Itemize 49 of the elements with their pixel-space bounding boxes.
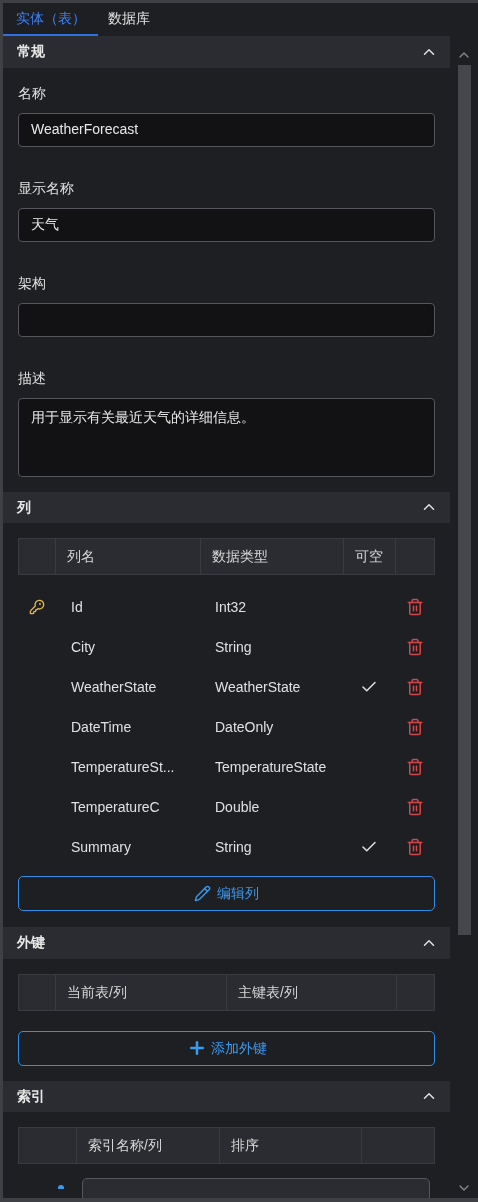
delete-icon[interactable] xyxy=(406,838,424,857)
section-title: 索引 xyxy=(17,1086,45,1106)
scrollbar-thumb[interactable] xyxy=(457,65,471,935)
delete-icon[interactable] xyxy=(406,758,424,777)
edit-columns-button[interactable]: 编辑列 xyxy=(18,876,435,912)
table-cell-text: Summary xyxy=(70,837,132,857)
table-cell-text: DateOnly xyxy=(214,717,275,737)
section-title: 外键 xyxy=(17,933,45,953)
header-cell: 主键表/列 xyxy=(227,974,397,1010)
section-header[interactable]: 外键 xyxy=(3,927,450,959)
table-cell-text: TemperatureSt... xyxy=(70,757,176,777)
header-cell: 列名 xyxy=(56,539,201,575)
table-cell-text: City xyxy=(70,637,97,657)
input-field[interactable]: WeatherForecast xyxy=(18,112,435,147)
table-cell-text: WeatherState xyxy=(70,677,158,697)
table-cell-text: TemperatureState xyxy=(214,757,328,777)
input-field[interactable]: 天气 xyxy=(18,207,435,242)
table-cell-text: String xyxy=(214,837,253,857)
tab[interactable]: 数据库 xyxy=(98,3,160,37)
pencil-icon xyxy=(194,885,211,903)
field-label: 名称 xyxy=(18,83,47,103)
table-cell-text: Id xyxy=(70,597,84,617)
table-cell-text: WeatherState xyxy=(214,677,302,697)
delete-icon[interactable] xyxy=(406,798,424,817)
table-cell-text: Int32 xyxy=(214,597,248,617)
field-label: 描述 xyxy=(18,368,47,388)
table-cell-text: String xyxy=(214,637,253,657)
header-cell: 排序 xyxy=(220,1128,362,1164)
section-header[interactable]: 索引 xyxy=(3,1080,450,1113)
delete-icon[interactable] xyxy=(406,598,424,617)
header-cell: 当前表/列 xyxy=(56,974,227,1010)
field-label: 显示名称 xyxy=(18,178,75,198)
add-foreign-key-button[interactable]: 添加外键 xyxy=(18,1030,435,1066)
delete-icon[interactable] xyxy=(406,638,424,657)
table-cell-text: DateTime xyxy=(70,717,133,737)
table-cell-text: TemperatureC xyxy=(70,797,161,817)
header-cell: 数据类型 xyxy=(201,539,344,575)
section-header[interactable]: 列 xyxy=(3,491,450,524)
status-icon xyxy=(58,1185,64,1190)
delete-icon[interactable] xyxy=(406,678,424,697)
section-header[interactable]: 常规 xyxy=(3,36,450,68)
section-title: 常规 xyxy=(17,42,45,62)
header-cell: 索引名称/列 xyxy=(77,1128,220,1164)
delete-icon[interactable] xyxy=(406,718,424,737)
field-label: 架构 xyxy=(18,273,47,293)
table-cell-text: Double xyxy=(214,797,261,817)
description-field[interactable]: 用于显示有关最近天气的详细信息。 xyxy=(18,397,435,477)
section-title: 列 xyxy=(17,497,31,517)
header-cell: 可空 xyxy=(344,539,396,575)
